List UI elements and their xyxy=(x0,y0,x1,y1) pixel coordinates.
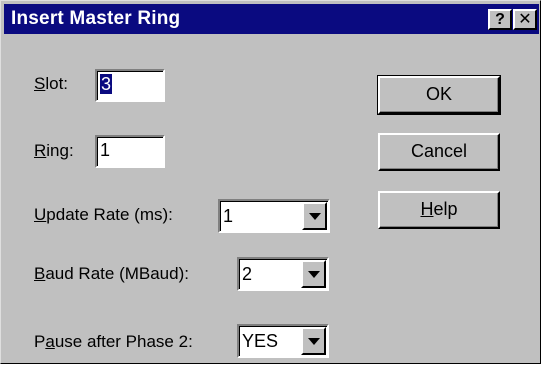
ring-value: 1 xyxy=(100,140,111,160)
cancel-button[interactable]: Cancel xyxy=(378,133,500,171)
context-help-button[interactable]: ? xyxy=(488,9,512,30)
ring-label: Ring: xyxy=(34,141,74,160)
baud-rate-label: Baud Rate (MBaud): xyxy=(34,264,189,283)
title-bar[interactable]: Insert Master Ring ? ✕ xyxy=(4,4,539,34)
slot-input[interactable]: 3 xyxy=(95,69,165,102)
ok-button[interactable]: OK xyxy=(377,75,501,115)
update-rate-select[interactable]: 1 xyxy=(218,199,330,233)
chevron-down-icon[interactable] xyxy=(302,202,327,230)
insert-master-ring-dialog: Insert Master Ring ? ✕ Slot: 3 Ring: 1 U… xyxy=(0,0,541,364)
slot-value: 3 xyxy=(100,74,113,94)
help-button[interactable]: Help xyxy=(378,191,500,229)
pause-label: Pause after Phase 2: xyxy=(34,332,193,351)
baud-rate-select[interactable]: 2 xyxy=(237,257,329,291)
pause-value: YES xyxy=(242,331,279,351)
chevron-down-icon[interactable] xyxy=(301,260,326,288)
dialog-title: Insert Master Ring xyxy=(11,8,181,29)
chevron-down-icon[interactable] xyxy=(301,327,326,355)
slot-label: Slot: xyxy=(34,74,69,93)
update-rate-label: Update Rate (ms): xyxy=(34,205,173,224)
pause-select[interactable]: YES xyxy=(237,324,329,358)
update-rate-value: 1 xyxy=(223,206,234,226)
ring-input[interactable]: 1 xyxy=(95,135,165,168)
close-button[interactable]: ✕ xyxy=(513,9,537,30)
baud-rate-value: 2 xyxy=(242,264,253,284)
